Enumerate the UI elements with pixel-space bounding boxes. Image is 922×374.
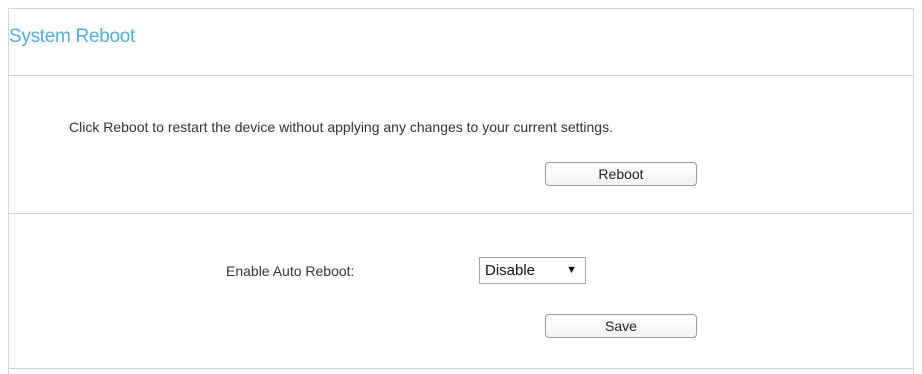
auto-reboot-section: Enable Auto Reboot: Disable ▼ Save [9, 214, 913, 369]
panel-header: System Reboot [9, 9, 913, 76]
auto-reboot-select-value: Disable [485, 262, 536, 279]
reboot-button[interactable]: Reboot [545, 162, 697, 186]
chevron-down-icon: ▼ [566, 264, 577, 276]
page-title: System Reboot [9, 26, 135, 47]
reboot-section: Click Reboot to restart the device witho… [9, 76, 913, 214]
save-button[interactable]: Save [545, 314, 697, 338]
auto-reboot-select[interactable]: Disable ▼ [479, 257, 586, 284]
auto-reboot-label: Enable Auto Reboot: [226, 263, 355, 279]
system-reboot-panel: System Reboot Click Reboot to restart th… [8, 8, 914, 374]
reboot-description: Click Reboot to restart the device witho… [69, 119, 613, 135]
